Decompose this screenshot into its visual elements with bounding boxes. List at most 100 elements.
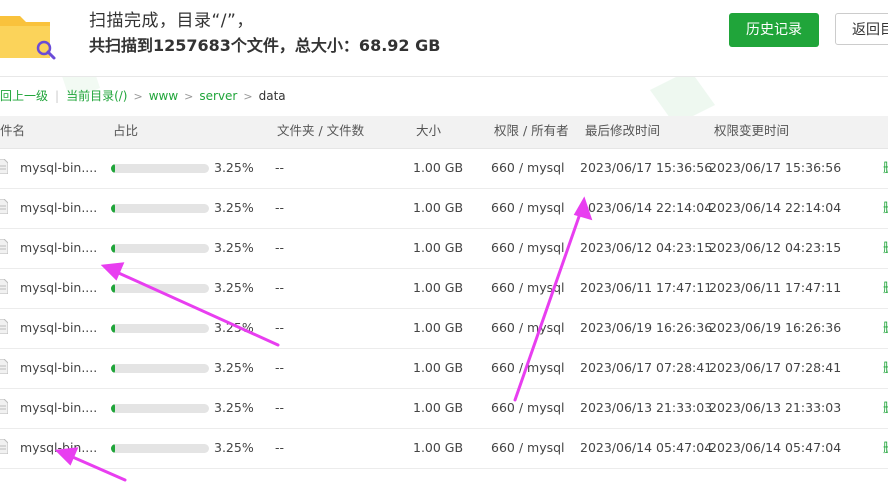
col-name[interactable]: 件名 [0, 116, 25, 146]
perm-changed-time: 2023/06/19 16:26:36 [709, 320, 842, 335]
scan-summary-header: 扫描完成，目录“/”， 共扫描到1257683个文件，总大小：68.92 GB … [0, 0, 888, 76]
col-permission[interactable]: 权限 / 所有者 [494, 116, 569, 146]
modified-time: 2023/06/17 07:28:41 [580, 360, 713, 375]
table-row[interactable]: mysql-bin.... 3.25% -- 1.00 GB 660 / mysql 20… [0, 189, 888, 229]
ratio-bar [111, 164, 209, 173]
history-button[interactable]: 历史记录 [729, 13, 819, 47]
file-icon [0, 399, 8, 414]
modified-time: 2023/06/12 04:23:15 [580, 240, 713, 255]
ratio-bar [111, 324, 209, 333]
delete-action[interactable]: 删 [883, 429, 888, 467]
scan-status-text: 扫描完成，目录“/”， [89, 11, 254, 31]
file-name[interactable]: mysql-bin.... [20, 309, 97, 347]
permission-owner[interactable]: 660 / mysql [491, 269, 565, 307]
back-button[interactable]: 返回目 [835, 13, 888, 45]
delete-action[interactable]: 删 [883, 309, 888, 347]
delete-action[interactable]: 删 [883, 349, 888, 387]
ratio-percent: 3.25% [214, 400, 254, 415]
file-icon [0, 359, 8, 374]
perm-changed-time: 2023/06/12 04:23:15 [709, 240, 842, 255]
delete-action[interactable]: 删 [883, 149, 888, 187]
ratio-percent: 3.25% [214, 320, 254, 335]
table-row[interactable]: mysql-bin.... 3.25% -- 1.00 GB 660 / mysql 20… [0, 149, 888, 189]
file-name[interactable]: mysql-bin.... [20, 149, 97, 187]
ratio-percent: 3.25% [214, 240, 254, 255]
modified-time: 2023/06/13 21:33:03 [580, 400, 713, 415]
table-row[interactable]: mysql-bin.... 3.25% -- 1.00 GB 660 / mysql 20… [0, 229, 888, 269]
permission-owner[interactable]: 660 / mysql [491, 349, 565, 387]
file-count: -- [275, 240, 285, 255]
ratio-bar [111, 364, 209, 373]
folder-search-icon [0, 16, 56, 60]
table-row[interactable]: mysql-bin.... 3.25% -- 1.00 GB 660 / mysql 20… [0, 269, 888, 309]
file-icon [0, 239, 8, 254]
file-table: 件名 占比 文件夹 / 文件数 大小 权限 / 所有者 最后修改时间 权限变更时… [0, 116, 888, 469]
file-name[interactable]: mysql-bin.... [20, 429, 97, 467]
col-size[interactable]: 大小 [416, 116, 441, 146]
table-row[interactable]: mysql-bin.... 3.25% -- 1.00 GB 660 / mysql 20… [0, 429, 888, 469]
permission-owner[interactable]: 660 / mysql [491, 389, 565, 427]
table-row[interactable]: mysql-bin.... 3.25% -- 1.00 GB 660 / mysql 20… [0, 389, 888, 429]
ratio-bar-fill [111, 404, 115, 413]
ratio-bar-fill [111, 364, 115, 373]
breadcrumb-separator: > [243, 90, 253, 103]
col-count[interactable]: 文件夹 / 文件数 [277, 116, 364, 146]
file-icon [0, 199, 8, 214]
permission-owner[interactable]: 660 / mysql [491, 309, 565, 347]
permission-owner[interactable]: 660 / mysql [491, 429, 565, 467]
breadcrumb-item-www[interactable]: www [149, 84, 178, 108]
table-body: mysql-bin.... 3.25% -- 1.00 GB 660 / mysql 20… [0, 149, 888, 469]
permission-owner[interactable]: 660 / mysql [491, 189, 565, 227]
file-size: 1.00 GB [413, 240, 464, 255]
ratio-percent: 3.25% [214, 440, 254, 455]
col-perm-changed[interactable]: 权限变更时间 [714, 116, 789, 146]
file-size: 1.00 GB [413, 360, 464, 375]
perm-changed-time: 2023/06/13 21:33:03 [709, 400, 842, 415]
file-name[interactable]: mysql-bin.... [20, 189, 97, 227]
breadcrumb-item-server[interactable]: server [199, 84, 237, 108]
modified-time: 2023/06/11 17:47:11 [580, 280, 713, 295]
permission-owner[interactable]: 660 / mysql [491, 149, 565, 187]
perm-changed-time: 2023/06/17 07:28:41 [709, 360, 842, 375]
breadcrumb-divider: | [55, 89, 60, 103]
file-size: 1.00 GB [413, 280, 464, 295]
delete-action[interactable]: 删 [883, 189, 888, 227]
delete-action[interactable]: 删 [883, 229, 888, 267]
modified-time: 2023/06/14 05:47:04 [580, 440, 713, 455]
table-row[interactable]: mysql-bin.... 3.25% -- 1.00 GB 660 / mysql 20… [0, 309, 888, 349]
delete-action[interactable]: 删 [883, 269, 888, 307]
file-count: -- [275, 280, 285, 295]
perm-changed-time: 2023/06/14 22:14:04 [709, 200, 842, 215]
file-name[interactable]: mysql-bin.... [20, 229, 97, 267]
ratio-bar-fill [111, 204, 115, 213]
breadcrumb-item-data: data [258, 89, 286, 103]
ratio-bar [111, 284, 209, 293]
permission-owner[interactable]: 660 / mysql [491, 229, 565, 267]
ratio-bar-fill [111, 244, 115, 253]
file-count: -- [275, 200, 285, 215]
go-up-link[interactable]: 回上一级 [0, 84, 48, 108]
file-name[interactable]: mysql-bin.... [20, 269, 97, 307]
ratio-bar-fill [111, 324, 115, 333]
file-size: 1.00 GB [413, 320, 464, 335]
ratio-bar-fill [111, 284, 115, 293]
table-row[interactable]: mysql-bin.... 3.25% -- 1.00 GB 660 / mysql 20… [0, 349, 888, 389]
file-size: 1.00 GB [413, 160, 464, 175]
file-icon [0, 319, 8, 334]
file-name[interactable]: mysql-bin.... [20, 349, 97, 387]
modified-time: 2023/06/17 15:36:56 [580, 160, 713, 175]
file-icon [0, 159, 8, 174]
file-count: -- [275, 360, 285, 375]
table-header: 件名 占比 文件夹 / 文件数 大小 权限 / 所有者 最后修改时间 权限变更时… [0, 116, 888, 149]
col-modified[interactable]: 最后修改时间 [585, 116, 660, 146]
col-ratio[interactable]: 占比 [113, 116, 138, 146]
delete-action[interactable]: 删 [883, 389, 888, 427]
breadcrumb-separator: > [184, 90, 194, 103]
file-name[interactable]: mysql-bin.... [20, 389, 97, 427]
perm-changed-time: 2023/06/14 05:47:04 [709, 440, 842, 455]
file-count: -- [275, 400, 285, 415]
current-dir-link[interactable]: 当前目录(/) [66, 84, 127, 108]
file-icon [0, 439, 8, 454]
ratio-bar [111, 204, 209, 213]
file-count: -- [275, 440, 285, 455]
